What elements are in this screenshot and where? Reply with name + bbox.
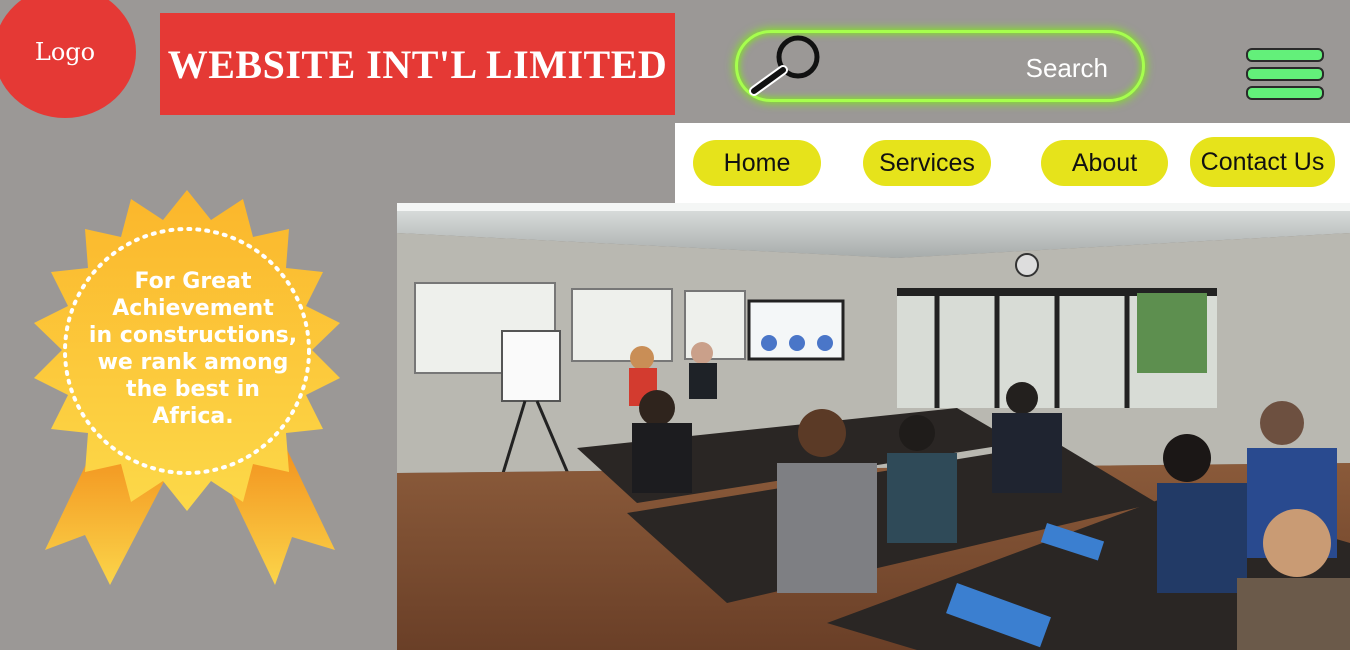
nav-about[interactable]: About bbox=[1041, 140, 1168, 186]
badge-text: For Great Achievement in constructions, … bbox=[72, 268, 314, 430]
conference-photo bbox=[397, 203, 1350, 650]
hamburger-menu-icon[interactable] bbox=[1246, 48, 1324, 105]
nav-home[interactable]: Home bbox=[693, 140, 821, 186]
badge-line-5: the best in bbox=[126, 377, 260, 402]
nav-contact[interactable]: Contact Us bbox=[1190, 137, 1335, 187]
badge-line-4: we rank among bbox=[97, 350, 289, 375]
logo-text: Logo bbox=[34, 38, 96, 66]
nav-about-label: About bbox=[1071, 148, 1138, 177]
hero-image-meeting-room bbox=[397, 203, 1350, 650]
badge-line-1: For Great bbox=[134, 269, 252, 294]
nav-bar: Home Services About Contact Us bbox=[675, 123, 1350, 203]
badge-line-3: in constructions, bbox=[88, 323, 298, 348]
logo[interactable]: Logo bbox=[0, 0, 136, 118]
site-title-banner: WEBSITE INT'L LIMITED bbox=[160, 13, 675, 115]
badge-line-6: Africa. bbox=[152, 404, 234, 429]
nav-contact-label: Contact Us bbox=[1200, 147, 1325, 176]
site-title: WEBSITE INT'L LIMITED bbox=[167, 41, 668, 87]
search-label: Search bbox=[1025, 53, 1108, 83]
search-bar[interactable]: Search bbox=[735, 30, 1145, 102]
nav-services[interactable]: Services bbox=[863, 140, 991, 186]
magnifier-icon bbox=[749, 35, 820, 96]
nav-services-label: Services bbox=[879, 148, 975, 177]
nav-home-label: Home bbox=[723, 148, 791, 177]
badge-line-2: Achievement bbox=[112, 296, 274, 321]
